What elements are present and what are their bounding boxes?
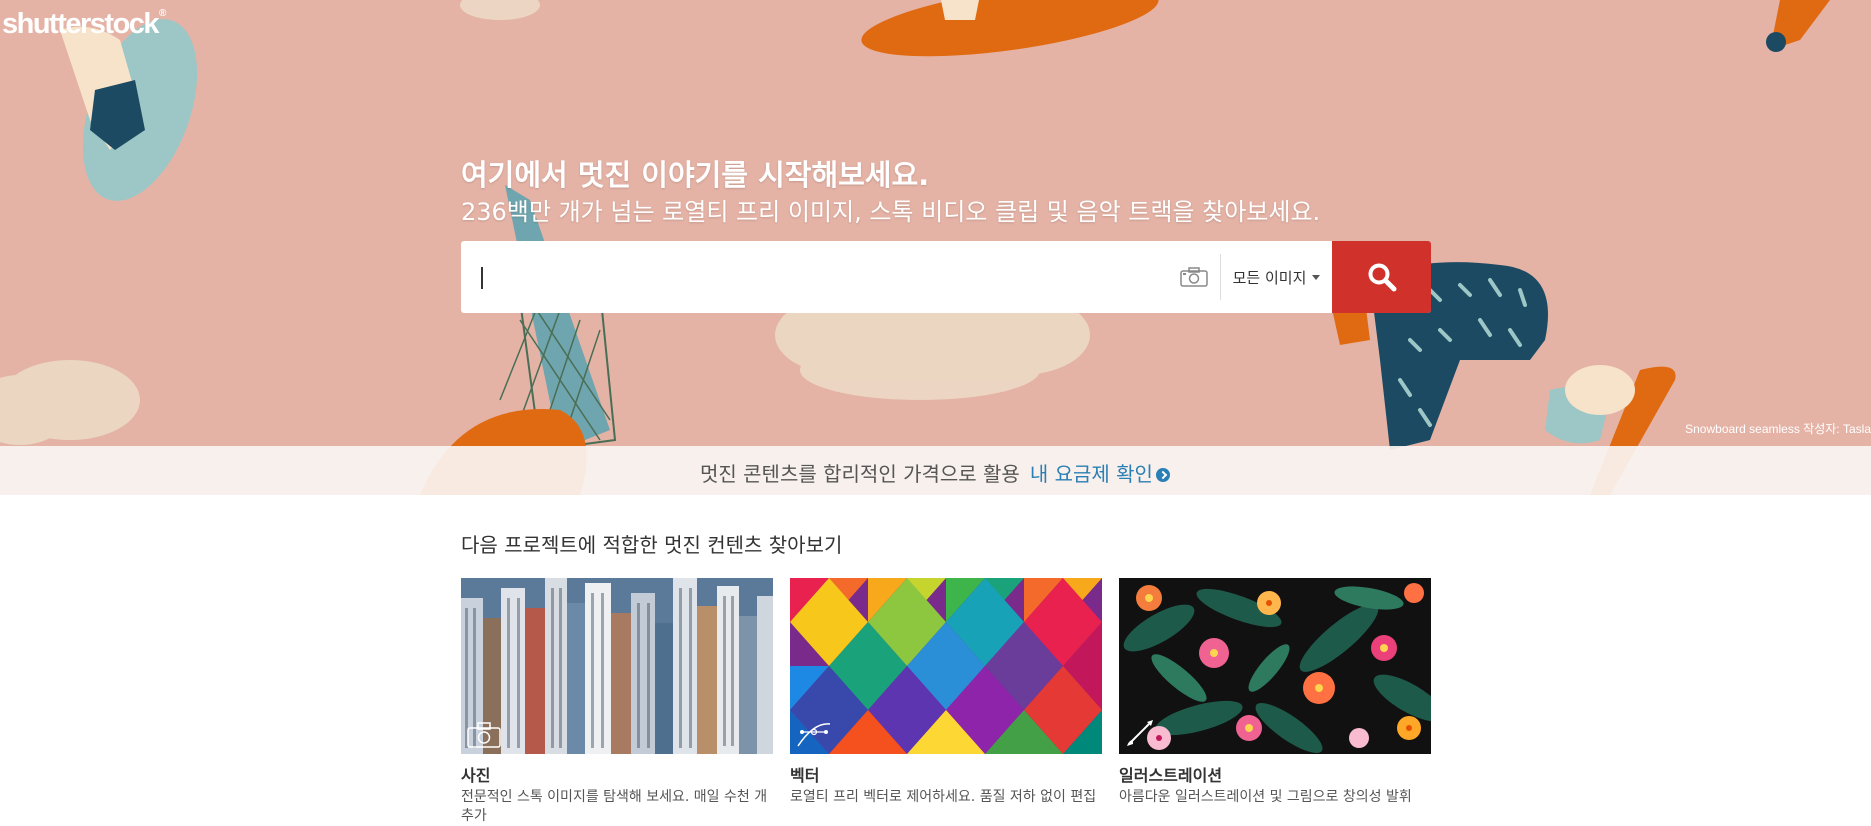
city-skyline-image xyxy=(461,578,773,754)
pen-tool-icon xyxy=(797,723,831,747)
image-type-dropdown[interactable]: 모든 이미지 xyxy=(1221,267,1332,288)
hero-headline: 여기에서 멋진 이야기를 시작해보세요. xyxy=(461,158,930,192)
promo-text: 멋진 콘텐츠를 합리적인 가격으로 활용 xyxy=(700,462,1020,486)
camera-icon xyxy=(1180,267,1208,287)
colorful-diamond-pattern-image xyxy=(790,578,1102,754)
card-illustrations[interactable]: 일러스트레이션 아름다운 일러스트레이션 및 그림으로 창의성 발휘 xyxy=(1119,578,1431,807)
search-icon xyxy=(1368,263,1396,292)
search-button[interactable] xyxy=(1332,241,1431,313)
hero-banner: shutterstock® 여기에서 멋진 이야기를 시작해보세요. 236백만… xyxy=(0,0,1871,495)
card-photos-title[interactable]: 사진 xyxy=(461,762,773,786)
promo-strip: 멋진 콘텐츠를 합리적인 가격으로 활용 내 요금제 확인 xyxy=(0,446,1871,495)
hero-subline: 236백만 개가 넘는 로열티 프리 이미지, 스톡 비디오 클립 및 음악 트… xyxy=(461,198,1321,226)
arrow-circle-icon xyxy=(1155,468,1170,482)
card-vectors-description: 로열티 프리 벡터로 제어하세요. 품질 저하 없이 편집 xyxy=(790,789,1097,805)
card-illustrations-image[interactable] xyxy=(1119,578,1431,754)
search-bar: 모든 이미지 xyxy=(461,241,1431,313)
card-photos-image[interactable] xyxy=(461,578,773,754)
card-photos[interactable]: 사진 전문적인 스톡 이미지를 탐색해 보세요. 매일 수천 개 추가 xyxy=(461,578,773,826)
brush-icon xyxy=(1127,720,1153,746)
image-type-label: 모든 이미지 xyxy=(1232,268,1307,287)
card-vectors-title[interactable]: 벡터 xyxy=(790,762,1102,786)
card-vectors[interactable]: 벡터 로열티 프리 벡터로 제어하세요. 품질 저하 없이 편집 xyxy=(790,578,1102,807)
card-illustrations-title[interactable]: 일러스트레이션 xyxy=(1119,762,1431,786)
card-illustrations-description: 아름다운 일러스트레이션 및 그림으로 창의성 발휘 xyxy=(1119,789,1412,805)
shutterstock-logo[interactable]: shutterstock® xyxy=(2,8,166,41)
text-caret xyxy=(481,267,483,289)
image-credit[interactable]: Snowboard seamless 작성자: Tasla xyxy=(1685,420,1871,437)
card-vectors-image[interactable] xyxy=(790,578,1102,754)
section-title: 다음 프로젝트에 적합한 멋진 컨텐츠 찾아보기 xyxy=(461,533,843,557)
search-input[interactable] xyxy=(461,241,1174,313)
camera-icon xyxy=(467,722,501,748)
tropical-flowers-image xyxy=(1119,578,1431,754)
chevron-down-icon xyxy=(1312,274,1321,280)
pricing-link[interactable]: 내 요금제 확인 xyxy=(1030,462,1170,486)
reverse-image-search-button[interactable] xyxy=(1174,257,1214,297)
card-photos-description: 전문적인 스톡 이미지를 탐색해 보세요. 매일 수천 개 추가 xyxy=(461,789,768,824)
